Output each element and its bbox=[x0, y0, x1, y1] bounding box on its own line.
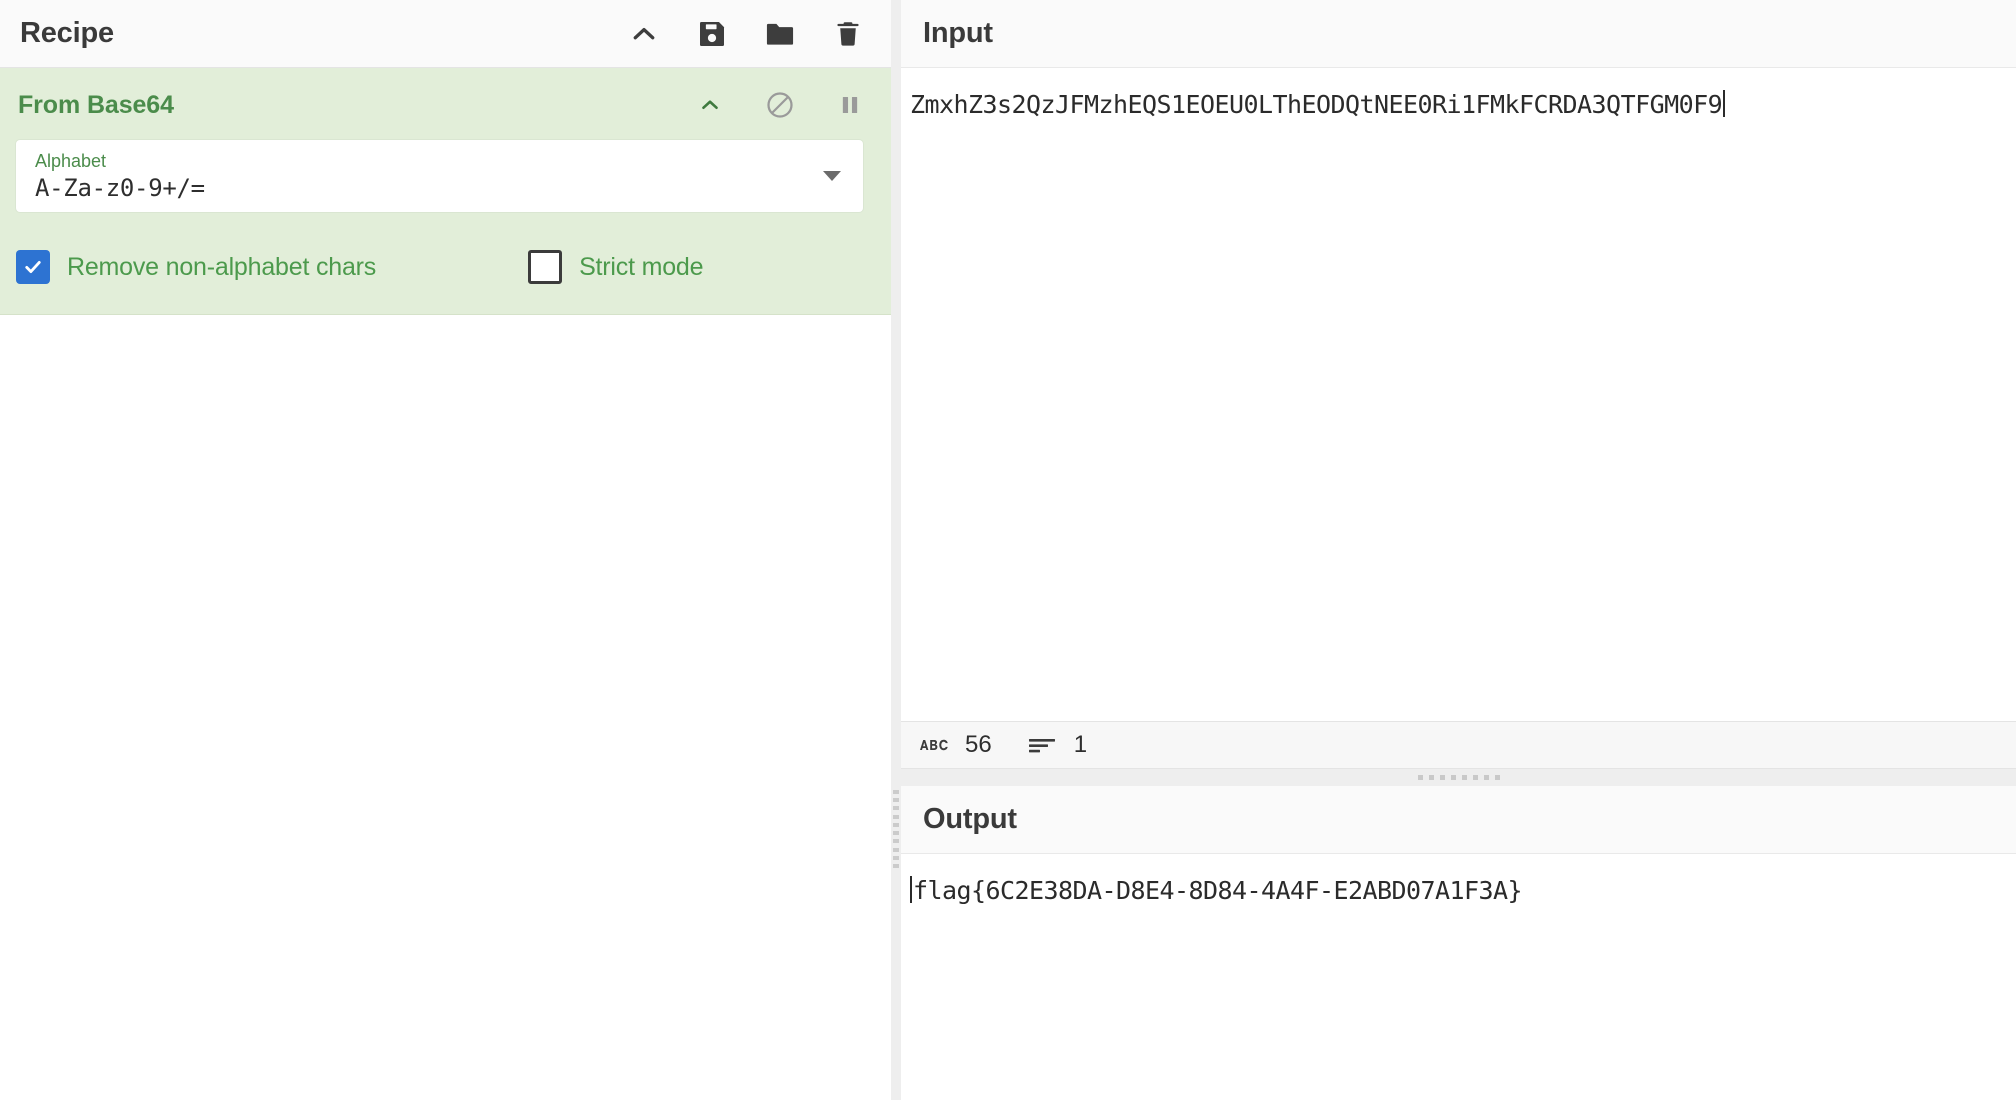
recipe-title-bar: Recipe bbox=[0, 0, 891, 68]
input-status-bar: 56 1 bbox=[901, 721, 2016, 769]
input-value[interactable]: ZmxhZ3s2QzJFMzhEQS1EOEU0LThEODQtNEE0Ri1F… bbox=[905, 86, 2016, 121]
input-length-value: 56 bbox=[965, 731, 992, 758]
lines-icon bbox=[1028, 735, 1058, 755]
folder-icon[interactable] bbox=[763, 17, 797, 51]
output-textarea[interactable]: flag{6C2E38DA-D8E4-8D84-4A4F-E2ABD07A1F3… bbox=[901, 854, 2016, 1100]
trash-icon[interactable] bbox=[831, 17, 865, 51]
horizontal-splitter-grip[interactable] bbox=[1417, 775, 1500, 780]
input-title: Input bbox=[923, 17, 993, 49]
alphabet-value[interactable]: A-Za-z0-9+/= bbox=[32, 176, 847, 200]
page-title: Recipe bbox=[20, 17, 114, 49]
output-section: Output flag{6C2E38DA-D8E4-8D84-4A4F-E2AB… bbox=[901, 786, 2016, 1100]
io-pane: Input ZmxhZ3s2QzJFMzhEQS1EOEU0LThEODQtNE… bbox=[901, 0, 2016, 1100]
input-lines-group: 1 bbox=[1028, 731, 1087, 759]
pause-icon[interactable] bbox=[835, 90, 865, 120]
abc-icon bbox=[919, 737, 949, 753]
input-title-bar: Input bbox=[901, 0, 2016, 68]
output-title-bar: Output bbox=[901, 786, 2016, 854]
input-section: Input ZmxhZ3s2QzJFMzhEQS1EOEU0LThEODQtNE… bbox=[901, 0, 2016, 769]
checkbox-box-unchecked[interactable] bbox=[528, 250, 563, 284]
operation-icons bbox=[695, 90, 865, 120]
save-icon[interactable] bbox=[695, 17, 729, 51]
recipe-drop-area[interactable] bbox=[0, 315, 891, 1100]
input-length-group: 56 bbox=[919, 731, 992, 759]
operation-title: From Base64 bbox=[18, 90, 174, 119]
alphabet-field[interactable]: Alphabet A-Za-z0-9+/= bbox=[16, 140, 863, 212]
remove-non-alphabet-chars-label: Remove non-alphabet chars bbox=[67, 252, 377, 281]
operation-header: From Base64 bbox=[0, 68, 891, 130]
output-value[interactable]: flag{6C2E38DA-D8E4-8D84-4A4F-E2ABD07A1F3… bbox=[905, 872, 2016, 907]
recipe-pane: Recipe From Base64 Alphabet A-Za-z0-9+/=… bbox=[0, 0, 891, 1100]
chevron-down-icon[interactable] bbox=[823, 171, 841, 181]
checkbox-box-checked[interactable] bbox=[16, 250, 50, 284]
input-textarea[interactable]: ZmxhZ3s2QzJFMzhEQS1EOEU0LThEODQtNEE0Ri1F… bbox=[901, 68, 2016, 721]
remove-non-alphabet-chars-checkbox[interactable]: Remove non-alphabet chars bbox=[16, 250, 376, 284]
input-lines-value: 1 bbox=[1073, 731, 1088, 758]
horizontal-splitter[interactable] bbox=[901, 769, 2016, 786]
strict-mode-checkbox[interactable]: Strict mode bbox=[528, 250, 704, 284]
operation-from-base64[interactable]: From Base64 Alphabet A-Za-z0-9+/= Remove… bbox=[0, 68, 891, 315]
chevron-up-icon[interactable] bbox=[695, 90, 725, 120]
cyberchef-app: Recipe From Base64 Alphabet A-Za-z0-9+/=… bbox=[0, 0, 2016, 1100]
recipe-toolbar bbox=[627, 17, 865, 51]
disable-icon[interactable] bbox=[765, 90, 795, 120]
strict-mode-label: Strict mode bbox=[579, 252, 704, 281]
vertical-splitter[interactable] bbox=[891, 0, 901, 1100]
collapse-icon[interactable] bbox=[627, 17, 661, 51]
output-title: Output bbox=[923, 803, 1017, 835]
vertical-splitter-grip[interactable] bbox=[893, 790, 899, 868]
alphabet-label: Alphabet bbox=[35, 151, 107, 171]
operation-checkbox-row: Remove non-alphabet chars Strict mode bbox=[0, 250, 891, 284]
